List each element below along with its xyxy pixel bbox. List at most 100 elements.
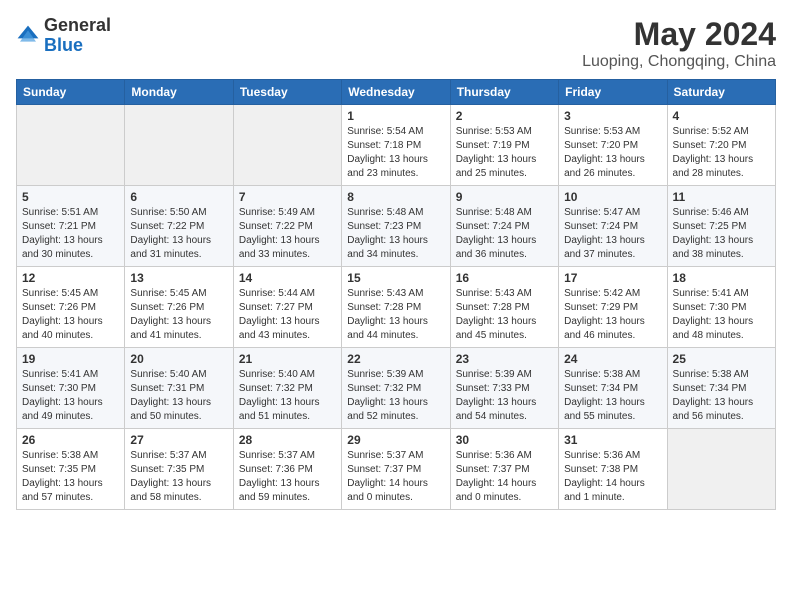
calendar-cell: 19 Sunrise: 5:41 AMSunset: 7:30 PMDayligh… [17, 348, 125, 429]
calendar-cell: 6 Sunrise: 5:50 AMSunset: 7:22 PMDaylight… [125, 186, 233, 267]
calendar-cell: 2 Sunrise: 5:53 AMSunset: 7:19 PMDaylight… [450, 105, 558, 186]
calendar-day-header: Monday [125, 80, 233, 105]
calendar-cell: 7 Sunrise: 5:49 AMSunset: 7:22 PMDaylight… [233, 186, 341, 267]
day-info: Sunrise: 5:45 AMSunset: 7:26 PMDaylight:… [130, 287, 227, 343]
day-number: 28 [239, 433, 336, 447]
day-number: 22 [347, 352, 444, 366]
calendar-cell: 26Sunrise: 5:38 AMSunset: 7:35 PMDayligh… [17, 429, 125, 510]
day-number: 24 [564, 352, 661, 366]
day-info: Sunrise: 5:54 AMSunset: 7:18 PMDaylight:… [347, 125, 444, 181]
day-info: Sunrise: 5:43 AMSunset: 7:28 PMDaylight:… [456, 287, 553, 343]
calendar-cell: 12 Sunrise: 5:45 AMSunset: 7:26 PMDayligh… [17, 267, 125, 348]
calendar-cell: 25 Sunrise: 5:38 AMSunset: 7:34 PMDayligh… [667, 348, 775, 429]
day-number: 18 [673, 271, 770, 285]
day-number: 1 [347, 109, 444, 123]
day-info: Sunrise: 5:37 AMSunset: 7:35 PMDaylight:… [130, 449, 227, 505]
calendar-cell: 3Sunrise: 5:53 AMSunset: 7:20 PMDaylight… [559, 105, 667, 186]
day-info: Sunrise: 5:37 AMSunset: 7:36 PMDaylight:… [239, 449, 336, 505]
day-number: 30 [456, 433, 553, 447]
day-number: 17 [564, 271, 661, 285]
day-info: Sunrise: 5:45 AMSunset: 7:26 PMDaylight:… [22, 287, 119, 343]
day-info: Sunrise: 5:48 AMSunset: 7:24 PMDaylight:… [456, 206, 553, 262]
calendar-cell: 4Sunrise: 5:52 AMSunset: 7:20 PMDaylight… [667, 105, 775, 186]
day-info: Sunrise: 5:53 AMSunset: 7:19 PMDaylight:… [456, 125, 553, 181]
page-header: General Blue May 2024 Luoping, Chongqing… [16, 16, 776, 71]
day-info: Sunrise: 5:48 AMSunset: 7:23 PMDaylight:… [347, 206, 444, 262]
day-number: 11 [673, 190, 770, 204]
calendar-cell: 15 Sunrise: 5:43 AMSunset: 7:28 PMDayligh… [342, 267, 450, 348]
day-info: Sunrise: 5:38 AMSunset: 7:35 PMDaylight:… [22, 449, 119, 505]
day-number: 8 [347, 190, 444, 204]
day-number: 31 [564, 433, 661, 447]
day-info: Sunrise: 5:44 AMSunset: 7:27 PMDaylight:… [239, 287, 336, 343]
calendar-day-header: Saturday [667, 80, 775, 105]
calendar-day-header: Sunday [17, 80, 125, 105]
day-number: 4 [673, 109, 770, 123]
calendar-cell: 17 Sunrise: 5:42 AMSunset: 7:29 PMDayligh… [559, 267, 667, 348]
calendar-cell: 27 Sunrise: 5:37 AMSunset: 7:35 PMDayligh… [125, 429, 233, 510]
day-info: Sunrise: 5:37 AMSunset: 7:37 PMDaylight:… [347, 449, 444, 505]
calendar-cell [233, 105, 341, 186]
calendar-cell: 5 Sunrise: 5:51 AMSunset: 7:21 PMDaylight… [17, 186, 125, 267]
logo: General Blue [16, 16, 111, 56]
title-block: May 2024 Luoping, Chongqing, China [582, 16, 776, 71]
header-row: SundayMondayTuesdayWednesdayThursdayFrid… [17, 80, 776, 105]
day-info: Sunrise: 5:39 AMSunset: 7:33 PMDaylight:… [456, 368, 553, 424]
day-info: Sunrise: 5:43 AMSunset: 7:28 PMDaylight:… [347, 287, 444, 343]
logo-icon [16, 24, 40, 48]
day-info: Sunrise: 5:40 AMSunset: 7:32 PMDaylight:… [239, 368, 336, 424]
day-number: 14 [239, 271, 336, 285]
month-title: May 2024 [582, 16, 776, 53]
day-info: Sunrise: 5:50 AMSunset: 7:22 PMDaylight:… [130, 206, 227, 262]
day-number: 20 [130, 352, 227, 366]
calendar-cell [125, 105, 233, 186]
day-info: Sunrise: 5:40 AMSunset: 7:31 PMDaylight:… [130, 368, 227, 424]
calendar-day-header: Wednesday [342, 80, 450, 105]
day-number: 19 [22, 352, 119, 366]
calendar-week-row: 5 Sunrise: 5:51 AMSunset: 7:21 PMDaylight… [17, 186, 776, 267]
day-number: 15 [347, 271, 444, 285]
day-number: 27 [130, 433, 227, 447]
calendar-cell: 29 Sunrise: 5:37 AMSunset: 7:37 PMDayligh… [342, 429, 450, 510]
day-info: Sunrise: 5:38 AMSunset: 7:34 PMDaylight:… [673, 368, 770, 424]
calendar-cell: 20 Sunrise: 5:40 AMSunset: 7:31 PMDayligh… [125, 348, 233, 429]
day-number: 9 [456, 190, 553, 204]
day-info: Sunrise: 5:41 AMSunset: 7:30 PMDaylight:… [673, 287, 770, 343]
calendar-cell: 22 Sunrise: 5:39 AMSunset: 7:32 PMDayligh… [342, 348, 450, 429]
calendar-cell: 24 Sunrise: 5:38 AMSunset: 7:34 PMDayligh… [559, 348, 667, 429]
calendar-cell: 28 Sunrise: 5:37 AMSunset: 7:36 PMDayligh… [233, 429, 341, 510]
day-number: 3 [564, 109, 661, 123]
day-number: 5 [22, 190, 119, 204]
calendar-cell: 10Sunrise: 5:47 AMSunset: 7:24 PMDayligh… [559, 186, 667, 267]
calendar-cell: 23 Sunrise: 5:39 AMSunset: 7:33 PMDayligh… [450, 348, 558, 429]
day-info: Sunrise: 5:41 AMSunset: 7:30 PMDaylight:… [22, 368, 119, 424]
day-number: 23 [456, 352, 553, 366]
day-number: 6 [130, 190, 227, 204]
calendar-cell [17, 105, 125, 186]
calendar-week-row: 1 Sunrise: 5:54 AMSunset: 7:18 PMDaylight… [17, 105, 776, 186]
calendar-day-header: Friday [559, 80, 667, 105]
day-number: 12 [22, 271, 119, 285]
calendar-day-header: Thursday [450, 80, 558, 105]
day-info: Sunrise: 5:51 AMSunset: 7:21 PMDaylight:… [22, 206, 119, 262]
day-number: 21 [239, 352, 336, 366]
calendar-cell: 21 Sunrise: 5:40 AMSunset: 7:32 PMDayligh… [233, 348, 341, 429]
location: Luoping, Chongqing, China [582, 53, 776, 71]
calendar-week-row: 26Sunrise: 5:38 AMSunset: 7:35 PMDayligh… [17, 429, 776, 510]
calendar-cell: 16 Sunrise: 5:43 AMSunset: 7:28 PMDayligh… [450, 267, 558, 348]
day-info: Sunrise: 5:36 AMSunset: 7:37 PMDaylight:… [456, 449, 553, 505]
calendar-week-row: 19 Sunrise: 5:41 AMSunset: 7:30 PMDayligh… [17, 348, 776, 429]
logo-text: General Blue [44, 16, 111, 56]
calendar-cell: 1 Sunrise: 5:54 AMSunset: 7:18 PMDaylight… [342, 105, 450, 186]
day-info: Sunrise: 5:49 AMSunset: 7:22 PMDaylight:… [239, 206, 336, 262]
day-number: 16 [456, 271, 553, 285]
day-number: 29 [347, 433, 444, 447]
day-info: Sunrise: 5:39 AMSunset: 7:32 PMDaylight:… [347, 368, 444, 424]
day-number: 2 [456, 109, 553, 123]
day-number: 25 [673, 352, 770, 366]
day-info: Sunrise: 5:42 AMSunset: 7:29 PMDaylight:… [564, 287, 661, 343]
day-info: Sunrise: 5:38 AMSunset: 7:34 PMDaylight:… [564, 368, 661, 424]
calendar-table: SundayMondayTuesdayWednesdayThursdayFrid… [16, 79, 776, 510]
day-number: 7 [239, 190, 336, 204]
calendar-cell: 8 Sunrise: 5:48 AMSunset: 7:23 PMDaylight… [342, 186, 450, 267]
